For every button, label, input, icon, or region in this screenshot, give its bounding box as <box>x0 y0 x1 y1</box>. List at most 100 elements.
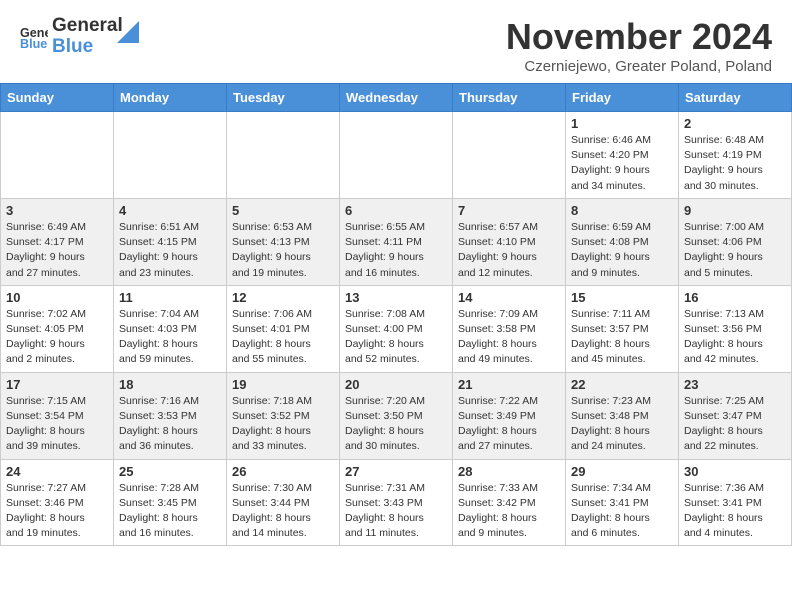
logo: General Blue General Blue <box>20 16 139 58</box>
calendar-cell <box>114 112 227 199</box>
day-number: 4 <box>119 203 221 218</box>
calendar-cell: 17 Sunrise: 7:15 AM Sunset: 3:54 PM Dayli… <box>1 372 114 459</box>
calendar-cell <box>340 112 453 199</box>
day-number: 28 <box>458 464 560 479</box>
weekday-header-thursday: Thursday <box>453 84 566 112</box>
day-number: 13 <box>345 290 447 305</box>
calendar-cell: 12 Sunrise: 7:06 AM Sunset: 4:01 PM Dayli… <box>227 285 340 372</box>
calendar-cell: 5Sunrise: 6:53 AM Sunset: 4:13 PM Daylig… <box>227 198 340 285</box>
day-info: Sunrise: 7:34 AM Sunset: 3:41 PM Dayligh… <box>571 481 673 542</box>
calendar-cell: 2Sunrise: 6:48 AM Sunset: 4:19 PM Daylig… <box>679 112 792 199</box>
calendar-cell: 14 Sunrise: 7:09 AM Sunset: 3:58 PM Dayli… <box>453 285 566 372</box>
day-number: 18 <box>119 377 221 392</box>
calendar-cell: 28 Sunrise: 7:33 AM Sunset: 3:42 PM Dayli… <box>453 459 566 546</box>
day-info: Sunrise: 7:33 AM Sunset: 3:42 PM Dayligh… <box>458 481 560 542</box>
day-info: Sunrise: 7:22 AM Sunset: 3:49 PM Dayligh… <box>458 394 560 455</box>
day-number: 8 <box>571 203 673 218</box>
weekday-header-wednesday: Wednesday <box>340 84 453 112</box>
day-number: 19 <box>232 377 334 392</box>
day-info: Sunrise: 6:48 AM Sunset: 4:19 PM Dayligh… <box>684 133 786 194</box>
day-number: 11 <box>119 290 221 305</box>
svg-text:Blue: Blue <box>20 37 47 51</box>
day-number: 7 <box>458 203 560 218</box>
calendar-cell <box>453 112 566 199</box>
calendar-cell <box>227 112 340 199</box>
day-info: Sunrise: 6:55 AM Sunset: 4:11 PM Dayligh… <box>345 220 447 281</box>
day-number: 25 <box>119 464 221 479</box>
day-info: Sunrise: 7:02 AM Sunset: 4:05 PM Dayligh… <box>6 307 108 368</box>
calendar-cell: 24Sunrise: 7:27 AM Sunset: 3:46 PM Dayli… <box>1 459 114 546</box>
day-info: Sunrise: 7:30 AM Sunset: 3:44 PM Dayligh… <box>232 481 334 542</box>
calendar-cell: 18 Sunrise: 7:16 AM Sunset: 3:53 PM Dayli… <box>114 372 227 459</box>
calendar-cell: 26 Sunrise: 7:30 AM Sunset: 3:44 PM Dayli… <box>227 459 340 546</box>
day-info: Sunrise: 7:36 AM Sunset: 3:41 PM Dayligh… <box>684 481 786 542</box>
logo-general-text: General <box>52 16 123 37</box>
day-info: Sunrise: 7:16 AM Sunset: 3:53 PM Dayligh… <box>119 394 221 455</box>
day-info: Sunrise: 7:08 AM Sunset: 4:00 PM Dayligh… <box>345 307 447 368</box>
calendar-cell: 3 Sunrise: 6:49 AM Sunset: 4:17 PM Daylig… <box>1 198 114 285</box>
day-info: Sunrise: 6:59 AM Sunset: 4:08 PM Dayligh… <box>571 220 673 281</box>
day-number: 9 <box>684 203 786 218</box>
calendar-week-row: 3 Sunrise: 6:49 AM Sunset: 4:17 PM Daylig… <box>1 198 792 285</box>
calendar-cell: 10Sunrise: 7:02 AM Sunset: 4:05 PM Dayli… <box>1 285 114 372</box>
logo-blue-text: Blue <box>52 37 123 58</box>
day-info: Sunrise: 6:49 AM Sunset: 4:17 PM Dayligh… <box>6 220 108 281</box>
day-number: 29 <box>571 464 673 479</box>
day-number: 17 <box>6 377 108 392</box>
day-info: Sunrise: 7:18 AM Sunset: 3:52 PM Dayligh… <box>232 394 334 455</box>
page-header: General Blue General Blue November 2024 … <box>0 0 792 83</box>
weekday-header-monday: Monday <box>114 84 227 112</box>
calendar-cell: 4 Sunrise: 6:51 AM Sunset: 4:15 PM Daylig… <box>114 198 227 285</box>
title-area: November 2024 Czerniejewo, Greater Polan… <box>506 16 772 75</box>
calendar-cell: 6 Sunrise: 6:55 AM Sunset: 4:11 PM Daylig… <box>340 198 453 285</box>
day-info: Sunrise: 7:25 AM Sunset: 3:47 PM Dayligh… <box>684 394 786 455</box>
calendar-cell: 9 Sunrise: 7:00 AM Sunset: 4:06 PM Daylig… <box>679 198 792 285</box>
calendar-week-row: 10Sunrise: 7:02 AM Sunset: 4:05 PM Dayli… <box>1 285 792 372</box>
calendar-week-row: 1Sunrise: 6:46 AM Sunset: 4:20 PM Daylig… <box>1 112 792 199</box>
calendar-cell: 7Sunrise: 6:57 AM Sunset: 4:10 PM Daylig… <box>453 198 566 285</box>
day-info: Sunrise: 7:20 AM Sunset: 3:50 PM Dayligh… <box>345 394 447 455</box>
day-info: Sunrise: 7:06 AM Sunset: 4:01 PM Dayligh… <box>232 307 334 368</box>
logo-triangle-icon <box>117 21 139 43</box>
calendar-cell: 19 Sunrise: 7:18 AM Sunset: 3:52 PM Dayli… <box>227 372 340 459</box>
day-number: 23 <box>684 377 786 392</box>
day-number: 24 <box>6 464 108 479</box>
day-number: 15 <box>571 290 673 305</box>
weekday-header-saturday: Saturday <box>679 84 792 112</box>
calendar-cell: 21 Sunrise: 7:22 AM Sunset: 3:49 PM Dayli… <box>453 372 566 459</box>
day-info: Sunrise: 6:53 AM Sunset: 4:13 PM Dayligh… <box>232 220 334 281</box>
calendar-cell: 13 Sunrise: 7:08 AM Sunset: 4:00 PM Dayli… <box>340 285 453 372</box>
month-title: November 2024 <box>506 16 772 58</box>
day-number: 3 <box>6 203 108 218</box>
day-number: 6 <box>345 203 447 218</box>
day-info: Sunrise: 7:09 AM Sunset: 3:58 PM Dayligh… <box>458 307 560 368</box>
day-number: 12 <box>232 290 334 305</box>
day-info: Sunrise: 6:51 AM Sunset: 4:15 PM Dayligh… <box>119 220 221 281</box>
calendar-cell: 11Sunrise: 7:04 AM Sunset: 4:03 PM Dayli… <box>114 285 227 372</box>
calendar-cell: 20 Sunrise: 7:20 AM Sunset: 3:50 PM Dayli… <box>340 372 453 459</box>
day-number: 14 <box>458 290 560 305</box>
day-number: 16 <box>684 290 786 305</box>
day-number: 21 <box>458 377 560 392</box>
day-number: 1 <box>571 116 673 131</box>
calendar-cell: 25Sunrise: 7:28 AM Sunset: 3:45 PM Dayli… <box>114 459 227 546</box>
day-info: Sunrise: 7:15 AM Sunset: 3:54 PM Dayligh… <box>6 394 108 455</box>
day-info: Sunrise: 7:31 AM Sunset: 3:43 PM Dayligh… <box>345 481 447 542</box>
calendar-week-row: 17 Sunrise: 7:15 AM Sunset: 3:54 PM Dayli… <box>1 372 792 459</box>
calendar-cell: 30 Sunrise: 7:36 AM Sunset: 3:41 PM Dayli… <box>679 459 792 546</box>
day-info: Sunrise: 7:00 AM Sunset: 4:06 PM Dayligh… <box>684 220 786 281</box>
day-number: 22 <box>571 377 673 392</box>
location-text: Czerniejewo, Greater Poland, Poland <box>506 58 772 75</box>
day-number: 20 <box>345 377 447 392</box>
calendar-cell: 16Sunrise: 7:13 AM Sunset: 3:56 PM Dayli… <box>679 285 792 372</box>
day-number: 30 <box>684 464 786 479</box>
day-number: 27 <box>345 464 447 479</box>
weekday-header-tuesday: Tuesday <box>227 84 340 112</box>
calendar-week-row: 24Sunrise: 7:27 AM Sunset: 3:46 PM Dayli… <box>1 459 792 546</box>
day-info: Sunrise: 7:11 AM Sunset: 3:57 PM Dayligh… <box>571 307 673 368</box>
calendar-cell: 15 Sunrise: 7:11 AM Sunset: 3:57 PM Dayli… <box>566 285 679 372</box>
calendar-cell: 22Sunrise: 7:23 AM Sunset: 3:48 PM Dayli… <box>566 372 679 459</box>
calendar-cell: 23 Sunrise: 7:25 AM Sunset: 3:47 PM Dayli… <box>679 372 792 459</box>
day-number: 26 <box>232 464 334 479</box>
weekday-header-row: SundayMondayTuesdayWednesdayThursdayFrid… <box>1 84 792 112</box>
